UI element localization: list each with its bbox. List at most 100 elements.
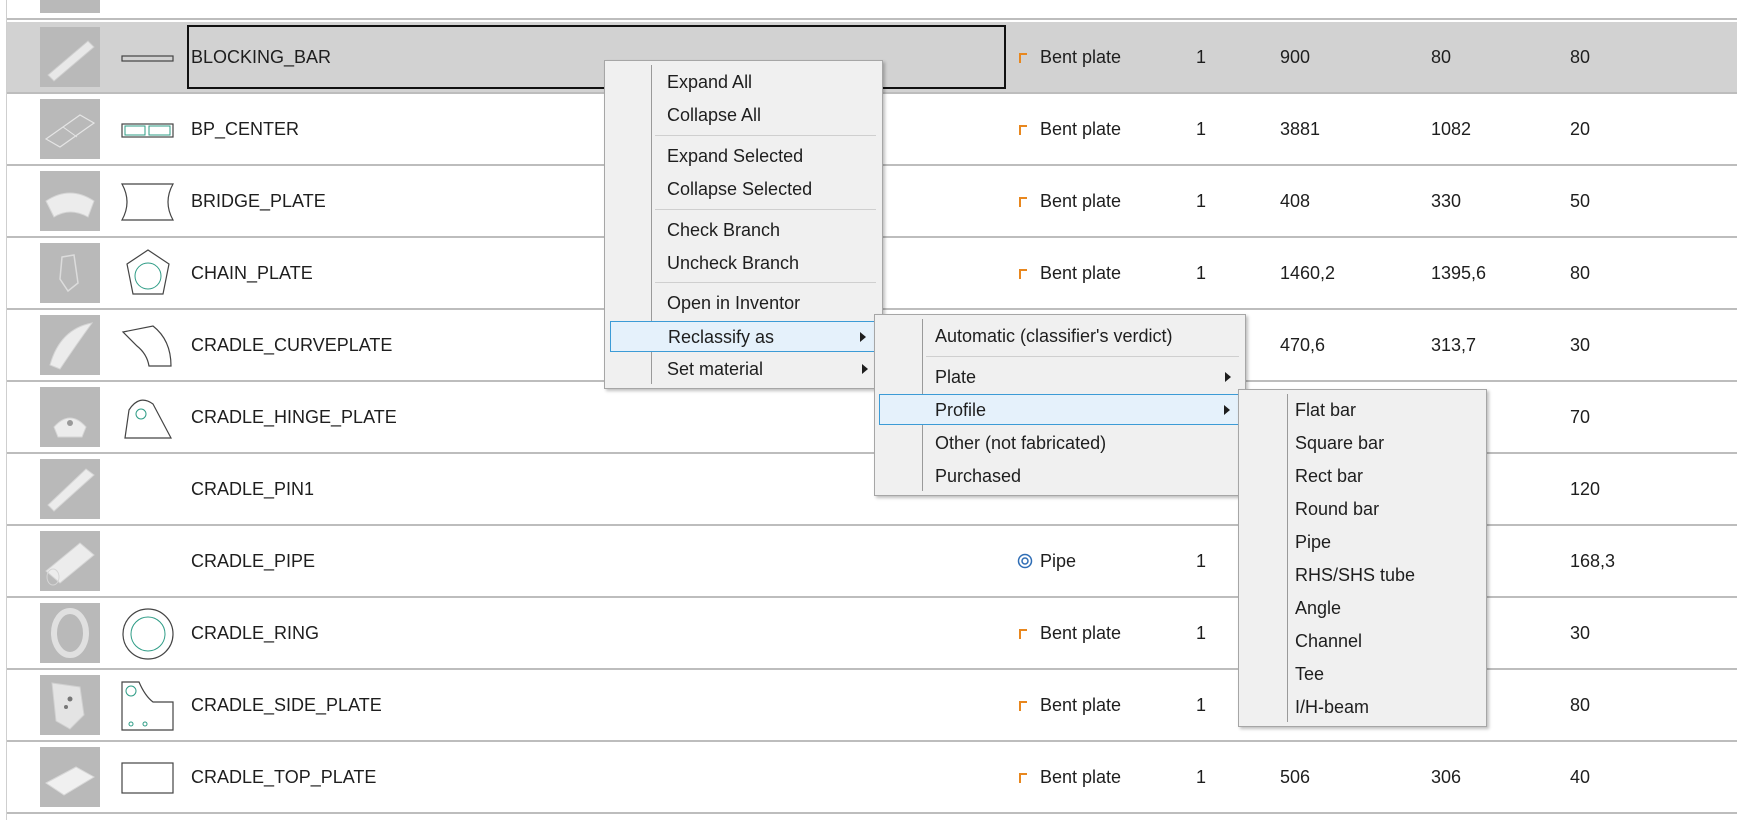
part-width: 80 xyxy=(1431,47,1452,67)
ring-thumbnail xyxy=(40,603,100,663)
side-plate-thumbnail xyxy=(40,675,100,735)
double-rect-outline xyxy=(119,104,177,156)
menu-item-expand-all[interactable]: Expand All xyxy=(609,67,878,97)
pipe-thumbnail xyxy=(40,531,100,591)
menu-item-purchased[interactable]: Purchased xyxy=(879,461,1241,491)
part-name: CRADLE_RING xyxy=(191,623,320,643)
submenu-arrow-icon xyxy=(862,364,868,374)
menu-item-uncheck-branch[interactable]: Uncheck Branch xyxy=(609,248,878,278)
menu-item-collapse-all[interactable]: Collapse All xyxy=(609,100,878,130)
part-thickness: 30 xyxy=(1570,335,1591,355)
part-thickness: 30 xyxy=(1570,623,1591,643)
hinge-thumbnail xyxy=(40,387,100,447)
part-type: Pipe xyxy=(1040,551,1077,571)
menu-item-collapse-selected[interactable]: Collapse Selected xyxy=(609,174,878,204)
part-thickness: 80 xyxy=(1570,263,1591,283)
rect-plate-outline xyxy=(119,752,177,804)
part-qty: 1 xyxy=(1196,695,1207,715)
part-qty: 1 xyxy=(1196,191,1207,211)
context-menu: Expand All Collapse All Expand Selected … xyxy=(604,60,883,389)
part-name: BRIDGE_PLATE xyxy=(191,191,326,211)
part-name: CHAIN_PLATE xyxy=(191,263,313,283)
menu-item-profile-option[interactable]: Rect bar xyxy=(1243,461,1482,491)
part-name: CRADLE_TOP_PLATE xyxy=(191,767,377,787)
menu-item-plate[interactable]: Plate xyxy=(879,362,1241,392)
bent-plate-icon xyxy=(1017,120,1033,138)
menu-item-profile-option[interactable]: Round bar xyxy=(1243,494,1482,524)
part-width: 313,7 xyxy=(1431,335,1477,355)
submenu-arrow-icon xyxy=(1225,372,1231,382)
part-length: 900 xyxy=(1280,47,1311,67)
top-plate-thumbnail xyxy=(40,747,100,807)
menu-item-profile-option[interactable]: Angle xyxy=(1243,593,1482,623)
pipe-icon xyxy=(1017,552,1033,570)
table-row-partial[interactable] xyxy=(7,0,1737,20)
part-length: 408 xyxy=(1280,191,1311,211)
menu-separator xyxy=(655,209,876,210)
part-type: Bent plate xyxy=(1040,695,1122,715)
menu-item-profile[interactable]: Profile xyxy=(879,394,1241,425)
menu-separator xyxy=(926,356,1239,357)
menu-item-profile-option[interactable]: Pipe xyxy=(1243,527,1482,557)
part-qty: 1 xyxy=(1196,767,1207,787)
part-qty: 1 xyxy=(1196,623,1207,643)
part-name: CRADLE_PIN1 xyxy=(191,479,315,499)
curve-plate-outline xyxy=(119,320,177,372)
menu-separator xyxy=(655,282,876,283)
menu-item-set-material[interactable]: Set material xyxy=(609,354,878,384)
chain-thumbnail xyxy=(40,243,100,303)
part-name: CRADLE_PIPE xyxy=(191,551,316,571)
menu-item-check-branch[interactable]: Check Branch xyxy=(609,215,878,245)
part-width: 330 xyxy=(1431,191,1462,211)
part-length: 1460,2 xyxy=(1280,263,1336,283)
menu-item-other[interactable]: Other (not fabricated) xyxy=(879,428,1241,458)
part-name: BP_CENTER xyxy=(191,119,300,139)
part-qty: 1 xyxy=(1196,47,1207,67)
side-plate-outline xyxy=(119,680,177,732)
hinge-plate-outline xyxy=(119,392,177,444)
menu-item-profile-option[interactable]: I/H-beam xyxy=(1243,692,1482,722)
plate-thumbnail xyxy=(40,99,100,159)
menu-item-profile-option[interactable]: RHS/SHS tube xyxy=(1243,560,1482,590)
menu-item-open-in-inventor[interactable]: Open in Inventor xyxy=(609,288,878,318)
part-name: CRADLE_SIDE_PLATE xyxy=(191,695,382,715)
bent-plate-icon xyxy=(1017,264,1033,282)
bent-plate-icon xyxy=(1017,768,1033,786)
table-row[interactable]: CRADLE_TOP_PLATE Bent plate 1 506 306 40 xyxy=(7,742,1737,814)
bent-plate-icon xyxy=(1017,48,1033,66)
part-qty: 1 xyxy=(1196,551,1207,571)
menu-item-automatic[interactable]: Automatic (classifier's verdict) xyxy=(879,321,1241,351)
pin-thumbnail xyxy=(40,459,100,519)
bent-plate-icon xyxy=(1017,696,1033,714)
part-type: Bent plate xyxy=(1040,191,1122,211)
submenu-arrow-icon xyxy=(860,332,866,342)
part-name: BLOCKING_BAR xyxy=(191,47,332,67)
part-thumbnail xyxy=(40,0,100,13)
part-thickness: 40 xyxy=(1570,767,1591,787)
part-thickness: 50 xyxy=(1570,191,1591,211)
menu-item-profile-option[interactable]: Channel xyxy=(1243,626,1482,656)
part-thickness: 70 xyxy=(1570,407,1591,427)
part-width: 1395,6 xyxy=(1431,263,1487,283)
menu-item-reclassify-as[interactable]: Reclassify as xyxy=(610,321,877,352)
part-thickness: 120 xyxy=(1570,479,1601,499)
profile-submenu: Flat bar Square bar Rect bar Round bar P… xyxy=(1238,389,1487,727)
part-length: 3881 xyxy=(1280,119,1321,139)
part-type: Bent plate xyxy=(1040,767,1122,787)
submenu-arrow-icon xyxy=(1224,405,1230,415)
menu-item-profile-option[interactable]: Flat bar xyxy=(1243,395,1482,425)
parts-list-window: BLOCKING_BAR Bent plate 1 900 80 80 BP_C… xyxy=(0,0,1737,820)
bar-thumbnail xyxy=(40,27,100,87)
part-type: Bent plate xyxy=(1040,263,1122,283)
part-thickness: 20 xyxy=(1570,119,1591,139)
part-type: Bent plate xyxy=(1040,119,1122,139)
menu-item-profile-option[interactable]: Square bar xyxy=(1243,428,1482,458)
menu-item-profile-option[interactable]: Tee xyxy=(1243,659,1482,689)
part-thickness: 168,3 xyxy=(1570,551,1616,571)
part-width: 306 xyxy=(1431,767,1462,787)
part-width: 1082 xyxy=(1431,119,1472,139)
part-qty: 1 xyxy=(1196,119,1207,139)
notched-plate-outline xyxy=(119,176,177,228)
menu-item-expand-selected[interactable]: Expand Selected xyxy=(609,141,878,171)
bridge-thumbnail xyxy=(40,171,100,231)
